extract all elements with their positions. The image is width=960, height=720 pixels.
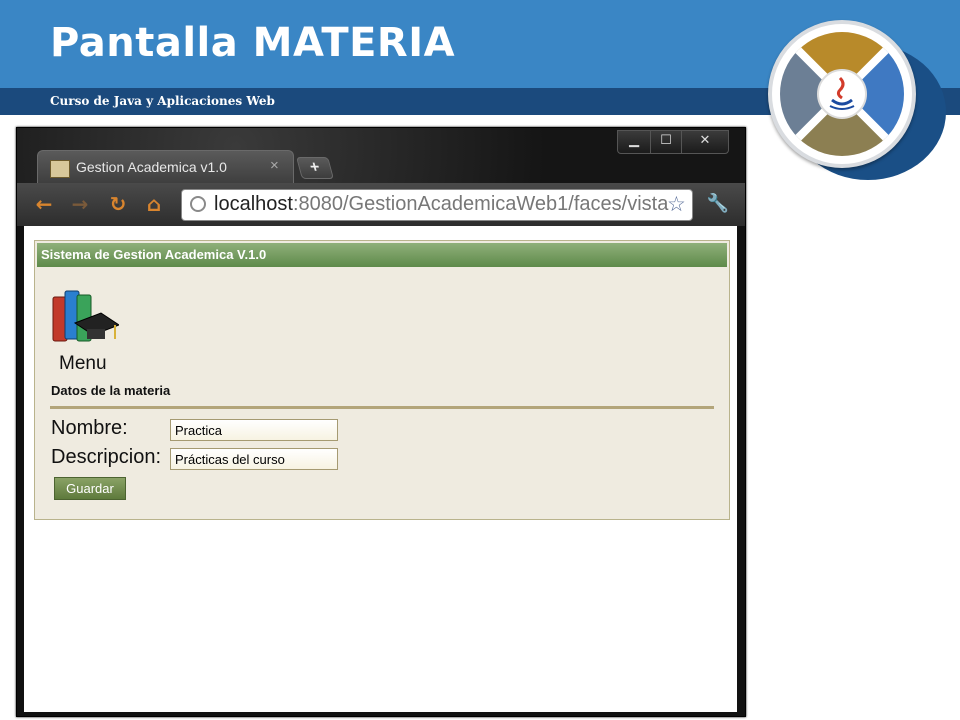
main-panel: Sistema de Gestion Academica V.1.0 Menu … [34, 240, 730, 520]
tab-title: Gestion Academica v1.0 [76, 159, 227, 175]
forward-icon[interactable]: → [67, 191, 93, 217]
home-icon[interactable]: ⌂ [141, 191, 167, 217]
url-text: localhost:8080/GestionAcademicaWeb1/face… [214, 193, 668, 216]
slide-title: Pantalla MATERIA [50, 20, 456, 66]
nombre-input[interactable] [170, 419, 338, 441]
favicon-icon [50, 160, 70, 178]
close-tab-icon[interactable]: × [270, 157, 279, 174]
address-bar[interactable]: localhost:8080/GestionAcademicaWeb1/face… [181, 189, 693, 221]
browser-tab[interactable]: Gestion Academica v1.0 × [37, 150, 294, 185]
descripcion-label: Descripcion: [51, 446, 162, 468]
java-logo-icon [768, 20, 916, 168]
section-title: Datos de la materia [51, 383, 171, 398]
books-icon[interactable] [49, 283, 121, 353]
minimize-button[interactable]: ▁ [617, 130, 651, 154]
nombre-label: Nombre: [51, 417, 128, 439]
maximize-button[interactable]: ☐ [650, 130, 682, 154]
panel-header: Sistema de Gestion Academica V.1.0 [37, 243, 727, 267]
reload-icon[interactable]: ↻ [105, 191, 131, 217]
page-viewport: Sistema de Gestion Academica V.1.0 Menu … [24, 226, 737, 712]
descripcion-input[interactable] [170, 448, 338, 470]
browser-window: ▁ ☐ ✕ Gestion Academica v1.0 × + ← → ↻ ⌂… [16, 127, 746, 717]
guardar-button[interactable]: Guardar [54, 477, 126, 500]
section-divider [50, 406, 714, 409]
url-host: localhost [214, 193, 293, 215]
close-window-button[interactable]: ✕ [681, 130, 729, 154]
slide-subtitle: Curso de Java y Aplicaciones Web [50, 94, 275, 108]
new-tab-button[interactable]: + [296, 157, 334, 179]
back-icon[interactable]: ← [31, 191, 57, 217]
star-icon[interactable]: ☆ [667, 192, 686, 217]
browser-toolbar: ← → ↻ ⌂ localhost:8080/GestionAcademicaW… [17, 183, 745, 226]
wrench-icon[interactable]: 🔧 [705, 191, 731, 217]
globe-icon [190, 196, 206, 212]
menu-label[interactable]: Menu [59, 353, 107, 375]
url-path: :8080/GestionAcademicaWeb1/faces/vista [292, 193, 669, 215]
